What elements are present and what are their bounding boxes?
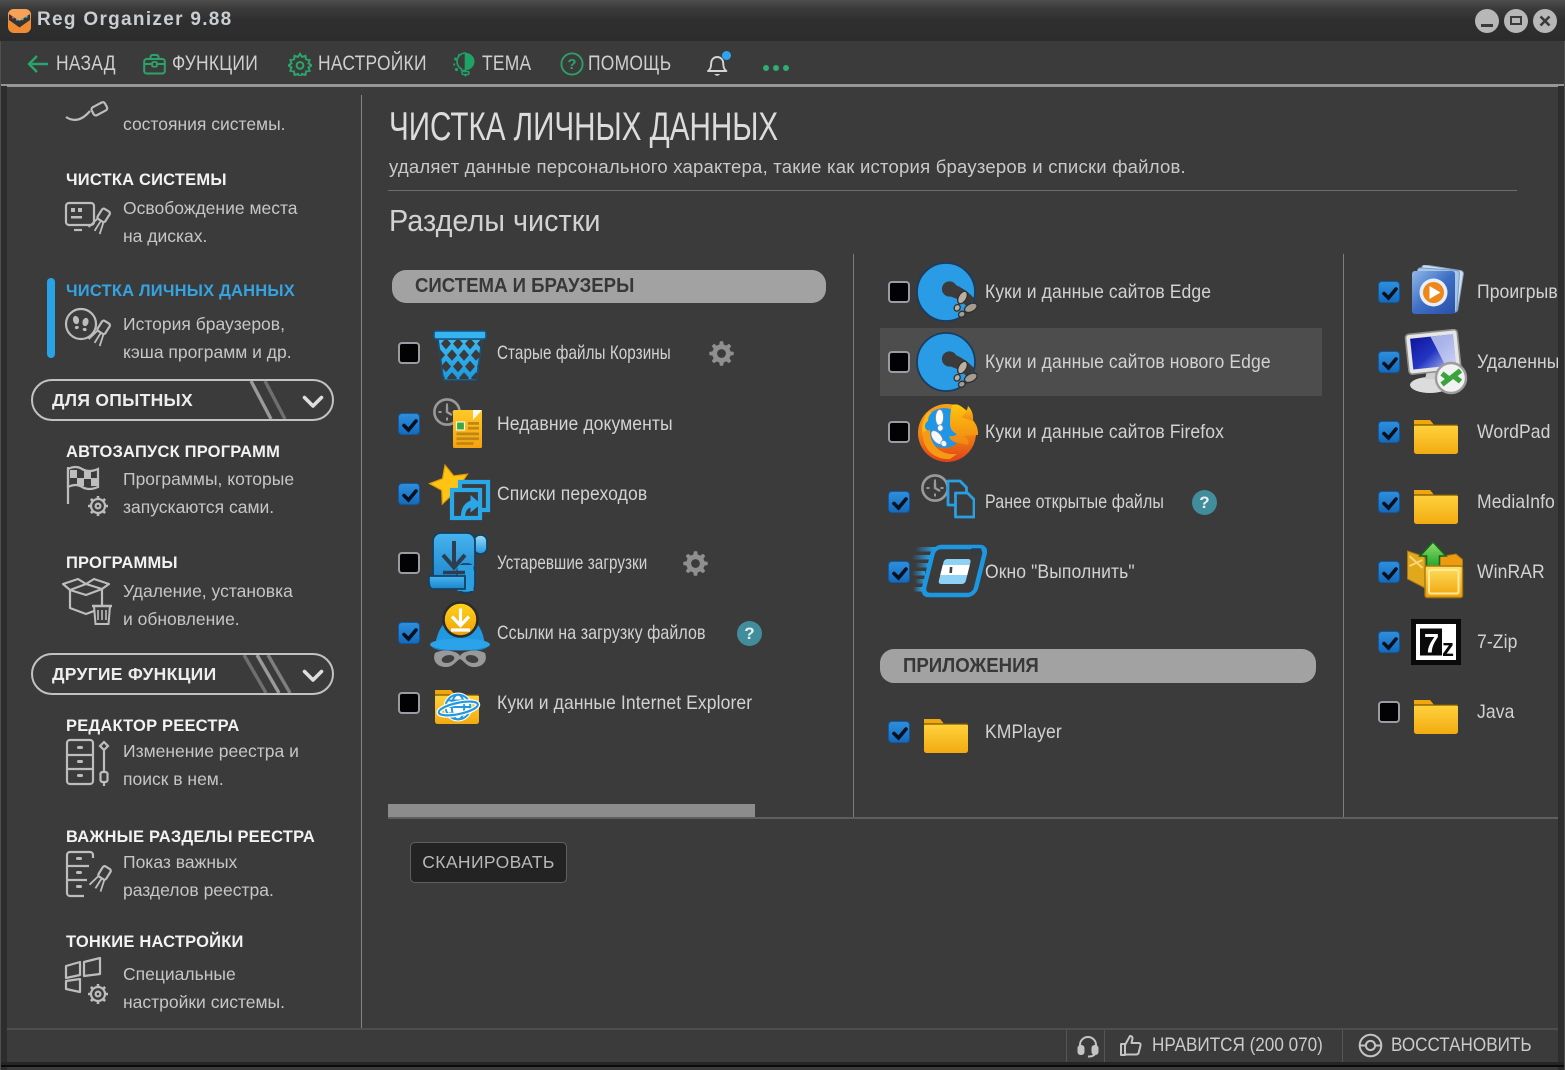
- svg-text:z: z: [1442, 635, 1454, 662]
- svg-text:7: 7: [1424, 629, 1439, 659]
- svg-text:?: ?: [567, 56, 576, 73]
